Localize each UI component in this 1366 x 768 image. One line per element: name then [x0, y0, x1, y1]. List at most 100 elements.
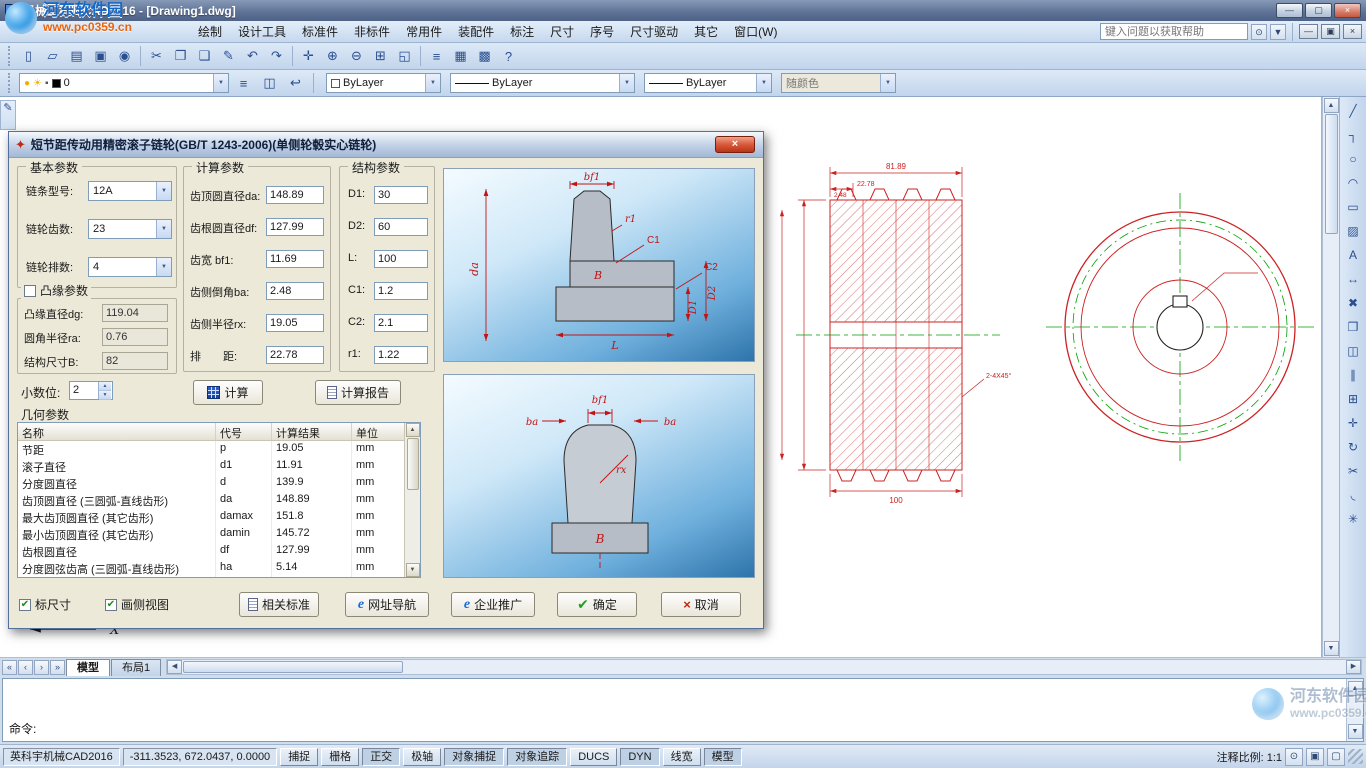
calculator-icon[interactable]: ▩ [473, 45, 496, 67]
layer-previous-icon[interactable]: ↩ [284, 72, 307, 94]
menu-dim-drive[interactable]: 尺寸驱动 [622, 21, 686, 43]
d1-field[interactable]: 30 [374, 186, 428, 204]
save-file-icon[interactable]: ▤ [65, 45, 88, 67]
l-field[interactable]: 100 [374, 250, 428, 268]
ok-button[interactable]: ✔ 确定 [557, 592, 637, 617]
toggle-ducs[interactable]: DUCS [570, 748, 617, 766]
scroll-up-icon[interactable]: ▲ [406, 423, 420, 437]
rotate-tool-icon[interactable]: ↻ [1342, 436, 1364, 458]
workspace-switch-icon[interactable]: ▣ [1306, 748, 1324, 766]
fillet-radius-field[interactable]: 0.76 [102, 328, 168, 346]
toggle-lineweight[interactable]: 线宽 [663, 748, 701, 766]
explode-tool-icon[interactable]: ✳ [1342, 508, 1364, 530]
copy-tool-icon[interactable]: ❐ [1342, 316, 1364, 338]
chevron-down-icon[interactable]: ▼ [156, 182, 171, 200]
c1-field[interactable]: 1.2 [374, 282, 428, 300]
toggle-ortho[interactable]: 正交 [362, 748, 400, 766]
menu-serial[interactable]: 序号 [582, 21, 622, 43]
chevron-down-icon[interactable]: ▼ [756, 74, 771, 92]
rectangle-tool-icon[interactable]: ▭ [1342, 196, 1364, 218]
website-nav-button[interactable]: ✎e 网址导航 [345, 592, 429, 617]
zoom-extents-icon[interactable]: ◱ [393, 45, 416, 67]
erase-tool-icon[interactable]: ✖ [1342, 292, 1364, 314]
chevron-down-icon[interactable]: ▼ [619, 74, 634, 92]
circle-tool-icon[interactable]: ○ [1342, 148, 1364, 170]
chevron-down-icon[interactable]: ▼ [425, 74, 440, 92]
linetype-select[interactable]: ByLayer ▼ [450, 73, 635, 93]
toggle-model[interactable]: 模型 [704, 748, 742, 766]
table-row[interactable]: 分度圆直径d139.9mm [18, 475, 404, 492]
cancel-button[interactable]: × 取消 [661, 592, 741, 617]
make-object-layer-icon[interactable]: ◫ [258, 72, 281, 94]
mdi-close-button[interactable]: × [1343, 24, 1362, 39]
layer-properties-icon[interactable]: ≡ [232, 72, 255, 94]
toggle-otrack[interactable]: 对象追踪 [507, 748, 567, 766]
open-file-icon[interactable]: ▱ [41, 45, 64, 67]
plot-preview-icon[interactable]: ◉ [113, 45, 136, 67]
table-row[interactable]: 最大齿顶圆直径 (其它齿形)damax151.8mm [18, 509, 404, 526]
table-scrollbar[interactable]: ▲ ▼ [404, 423, 420, 577]
chevron-down-icon[interactable]: ▼ [156, 220, 171, 238]
checkbox-box[interactable] [24, 285, 36, 297]
structure-size-field[interactable]: 82 [102, 352, 168, 370]
checkbox-box[interactable]: ✔ [19, 599, 31, 611]
menu-standard-parts[interactable]: 标准件 [294, 21, 346, 43]
annotation-visibility-icon[interactable]: ⊙ [1285, 748, 1303, 766]
menu-common-parts[interactable]: 常用件 [398, 21, 450, 43]
menu-assembly-parts[interactable]: 装配件 [450, 21, 502, 43]
checkbox-box[interactable]: ✔ [105, 599, 117, 611]
menu-dimension[interactable]: 尺寸 [542, 21, 582, 43]
flange-checkbox[interactable]: 凸缘参数 [21, 282, 91, 299]
toggle-polar[interactable]: 极轴 [403, 748, 441, 766]
related-standards-button[interactable]: 相关标准 [239, 592, 319, 617]
toggle-grid[interactable]: 栅格 [321, 748, 359, 766]
search-icon[interactable]: ⊙ [1251, 24, 1267, 40]
calculate-button[interactable]: 计算 [193, 380, 263, 405]
last-tab-icon[interactable]: » [50, 660, 65, 675]
copy-icon[interactable]: ❐ [169, 45, 192, 67]
table-row[interactable]: 分度圆弦齿高 (三圆弧-直线齿形)ha5.14mm [18, 560, 404, 577]
new-file-icon[interactable]: ▯ [17, 45, 40, 67]
scroll-up-icon[interactable]: ▲ [1324, 98, 1339, 113]
zoom-in-icon[interactable]: ⊕ [321, 45, 344, 67]
toggle-snap[interactable]: 捕捉 [280, 748, 318, 766]
scrollbar-thumb[interactable] [407, 438, 419, 490]
tab-model[interactable]: 模型 [66, 659, 110, 676]
lineweight-select[interactable]: ByLayer ▼ [644, 73, 772, 93]
close-button[interactable]: × [1334, 3, 1361, 18]
hatch-tool-icon[interactable]: ▨ [1342, 220, 1364, 242]
undo-icon[interactable]: ↶ [241, 45, 264, 67]
tab-layout1[interactable]: 布局1 [111, 659, 161, 676]
command-history[interactable]: 命令: ▲ ▼ [2, 678, 1364, 742]
canvas-horizontal-scrollbar[interactable]: ◀ ▶ [166, 659, 1362, 675]
enterprise-promo-button[interactable]: e 企业推广 [451, 592, 535, 617]
menu-design-tools[interactable]: 设计工具 [230, 21, 294, 43]
toggle-osnap[interactable]: 对象捕捉 [444, 748, 504, 766]
scrollbar-thumb[interactable] [1325, 114, 1338, 234]
table-row[interactable]: 最小齿顶圆直径 (其它齿形)damin145.72mm [18, 526, 404, 543]
scroll-left-icon[interactable]: ◀ [167, 660, 182, 674]
d2-field[interactable]: 60 [374, 218, 428, 236]
dimension-tool-icon[interactable]: ↔ [1342, 268, 1364, 290]
maximize-button[interactable]: ▢ [1305, 3, 1332, 18]
row-pitch-field[interactable]: 22.78 [266, 346, 324, 364]
scroll-down-icon[interactable]: ▼ [406, 563, 420, 577]
search-dropdown-icon[interactable]: ▼ [1270, 24, 1286, 40]
first-tab-icon[interactable]: « [2, 660, 17, 675]
help-icon[interactable]: ? [497, 45, 520, 67]
mdi-minimize-button[interactable]: — [1299, 24, 1318, 39]
toolbar-grip[interactable] [8, 46, 12, 66]
chevron-down-icon[interactable]: ▼ [213, 74, 228, 92]
cut-icon[interactable]: ✂ [145, 45, 168, 67]
flange-diameter-field[interactable]: 119.04 [102, 304, 168, 322]
calc-report-button[interactable]: 计算报告 [315, 380, 401, 405]
menu-other[interactable]: 其它 [686, 21, 726, 43]
next-tab-icon[interactable]: › [34, 660, 49, 675]
resize-grip[interactable] [1348, 749, 1363, 764]
move-tool-icon[interactable]: ✛ [1342, 412, 1364, 434]
mirror-tool-icon[interactable]: ◫ [1342, 340, 1364, 362]
row-count-select[interactable]: 4 ▼ [88, 257, 172, 277]
scroll-right-icon[interactable]: ▶ [1346, 660, 1361, 674]
dialog-title-bar[interactable]: ✦ 短节距传动用精密滚子链轮(GB/T 1243-2006)(单侧轮毂实心链轮)… [9, 132, 763, 158]
tooth-width-field[interactable]: 11.69 [266, 250, 324, 268]
